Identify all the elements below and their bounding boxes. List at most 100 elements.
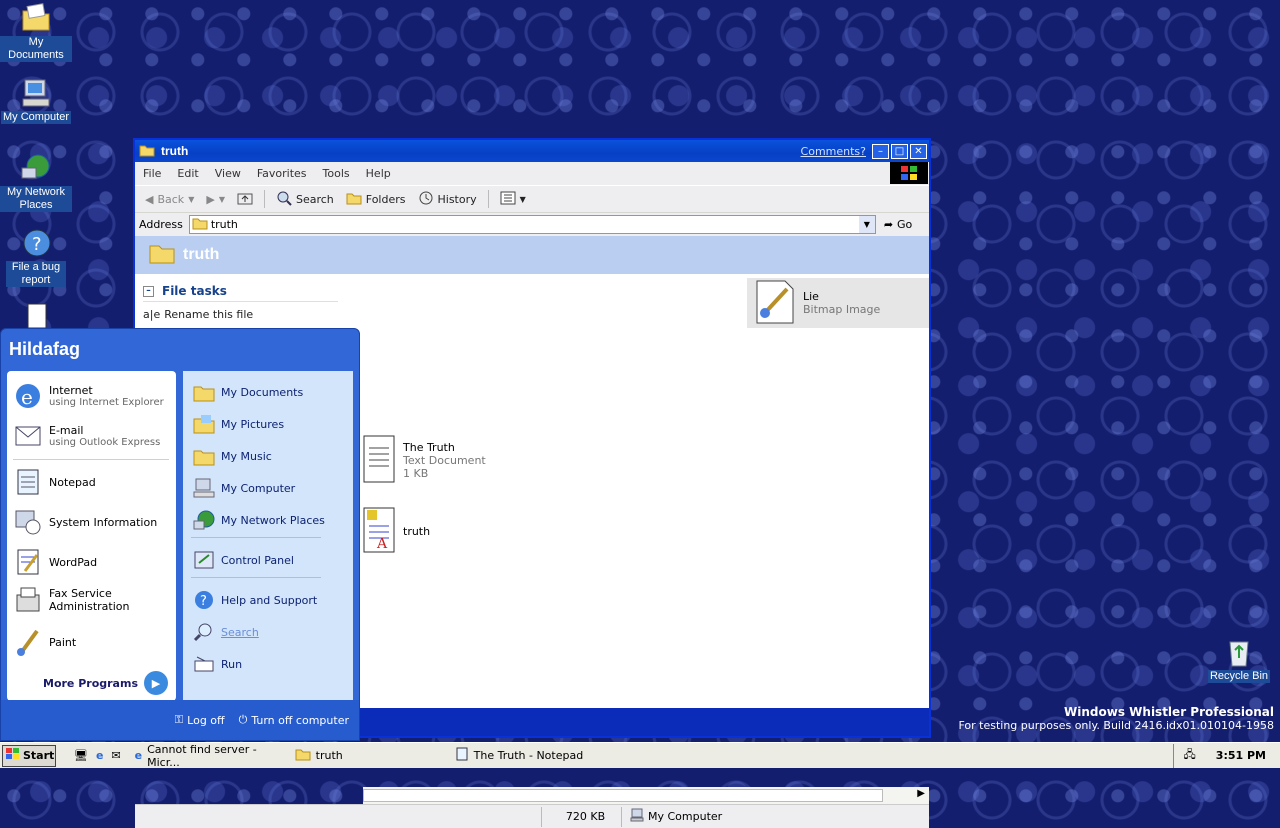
taskbar-item-ie[interactable]: e Cannot find server - Micr...	[131, 743, 291, 769]
folder-title: truth	[183, 246, 220, 263]
start-item-notepad[interactable]: Notepad	[13, 467, 96, 497]
network-tray-icon[interactable]: 🖧	[1184, 746, 1196, 765]
svg-text:?: ?	[200, 594, 207, 609]
rename-file-link[interactable]: a|e Rename this file	[143, 308, 338, 321]
horizontal-scrollbar[interactable]: ▶	[363, 787, 929, 804]
places-divider	[191, 577, 321, 578]
go-button[interactable]: ➦ Go	[884, 218, 912, 231]
desktop-icon-bug-report[interactable]: ? File a bug report	[0, 227, 72, 287]
file-item-truth[interactable]: A truth	[363, 506, 430, 557]
folder-icon	[295, 747, 311, 764]
status-bar: 720 KB My Computer	[135, 804, 929, 828]
start-item-internet[interactable]: e Internet using Internet Explorer	[13, 381, 164, 411]
clock[interactable]: 3:51 PM	[1216, 749, 1266, 762]
taskbar-item-truth[interactable]: truth	[291, 745, 451, 767]
search-icon	[193, 621, 215, 643]
desktop-icon-recycle-bin[interactable]: Recycle Bin	[1203, 636, 1275, 683]
folders-button[interactable]: Folders	[342, 191, 410, 208]
history-button[interactable]: History	[414, 190, 481, 209]
arrow-right-icon: ▶	[144, 671, 168, 695]
chevron-down-icon: ▼	[188, 194, 195, 204]
start-place-my-pictures[interactable]: My Pictures	[193, 413, 284, 435]
turn-off-button[interactable]: ⏻ Turn off computer	[239, 713, 349, 727]
start-item-wordpad[interactable]: WordPad	[13, 547, 97, 577]
fax-service-icon	[13, 585, 43, 615]
start-place-my-computer[interactable]: My Computer	[193, 477, 295, 499]
forward-arrow-icon: ▶	[206, 192, 215, 206]
internet-explorer-icon: e	[134, 749, 143, 762]
menu-tools[interactable]: Tools	[315, 167, 358, 180]
search-icon	[276, 190, 292, 209]
taskbar-item-notepad[interactable]: The Truth - Notepad	[451, 745, 651, 767]
window-titlebar[interactable]: truth Comments? – □ ✕	[135, 140, 929, 162]
text-document-icon	[363, 434, 397, 487]
scroll-right-arrow-icon[interactable]: ▶	[917, 788, 925, 799]
network-places-icon	[20, 152, 52, 184]
file-tasks-panel: – File tasks a|e Rename this file	[143, 284, 338, 321]
start-button[interactable]: Start	[2, 744, 56, 767]
back-button[interactable]: ◀ Back ▼	[141, 193, 198, 206]
chevron-down-icon: ▼	[218, 194, 225, 204]
rename-icon: a|e	[143, 308, 161, 321]
menu-bar: File Edit View Favorites Tools Help	[135, 162, 929, 185]
outlook-icon[interactable]: ✉	[111, 749, 120, 762]
address-input[interactable]: truth ▼	[188, 215, 876, 234]
file-item-the-truth[interactable]: The Truth Text Document 1 KB	[363, 434, 486, 487]
go-arrow-icon: ➦	[883, 218, 894, 231]
start-place-control-panel[interactable]: Control Panel	[193, 549, 294, 571]
start-item-fax-service[interactable]: Fax Service Administration	[13, 585, 139, 615]
forward-button[interactable]: ▶ ▼	[202, 193, 229, 206]
desktop-icon-my-documents[interactable]: My Documents	[0, 2, 72, 62]
start-place-my-documents[interactable]: My Documents	[193, 381, 303, 403]
chevron-down-icon[interactable]: ▼	[858, 216, 875, 233]
menu-view[interactable]: View	[207, 167, 249, 180]
menu-favorites[interactable]: Favorites	[249, 167, 315, 180]
start-item-email[interactable]: E-mail using Outlook Express	[13, 421, 160, 451]
address-label: Address	[139, 218, 183, 231]
views-button[interactable]: ▼	[496, 191, 530, 208]
menu-edit[interactable]: Edit	[169, 167, 206, 180]
scroll-thumb[interactable]	[363, 789, 883, 802]
chevron-down-icon: ▼	[519, 194, 526, 204]
internet-explorer-icon[interactable]: e	[96, 749, 103, 762]
start-place-run[interactable]: Run	[193, 653, 242, 675]
my-documents-icon	[193, 381, 215, 403]
folder-icon	[149, 242, 175, 269]
minimize-button[interactable]: –	[872, 143, 889, 159]
start-place-search[interactable]: Search	[193, 621, 259, 643]
start-item-paint[interactable]: Paint	[13, 627, 76, 657]
close-button[interactable]: ✕	[910, 143, 927, 159]
my-computer-icon	[20, 77, 52, 109]
start-place-my-network-places[interactable]: My Network Places	[193, 509, 325, 531]
menu-help[interactable]: Help	[358, 167, 399, 180]
start-menu-places: My Documents My Pictures My Music My Com…	[183, 371, 353, 701]
help-icon: ?	[193, 589, 215, 611]
wordpad-icon	[13, 547, 43, 577]
my-computer-icon	[630, 808, 644, 825]
window-title: truth	[161, 144, 189, 158]
comments-link[interactable]: Comments?	[801, 145, 866, 158]
recycle-bin-icon	[1223, 636, 1255, 668]
show-desktop-icon[interactable]: 🖥	[74, 749, 88, 762]
desktop-icon-my-computer[interactable]: My Computer	[0, 77, 72, 124]
search-button[interactable]: Search	[272, 190, 338, 209]
outlook-express-icon	[13, 421, 43, 451]
control-panel-icon	[193, 549, 215, 571]
bug-report-icon: ?	[20, 227, 52, 259]
start-place-my-music[interactable]: My Music	[193, 445, 272, 467]
start-item-system-information[interactable]: System Information	[13, 507, 157, 537]
start-place-help-support[interactable]: ? Help and Support	[193, 589, 317, 611]
address-value: truth	[210, 218, 238, 231]
file-item-lie[interactable]: Lie Bitmap Image	[747, 278, 929, 328]
taskbar: Start 🖥 e ✉ e Cannot find server - Micr..…	[0, 742, 1280, 769]
up-folder-button[interactable]	[233, 191, 257, 208]
more-programs-button[interactable]: More Programs ▶	[43, 671, 168, 695]
menu-file[interactable]: File	[135, 167, 169, 180]
my-pictures-icon	[193, 413, 215, 435]
desktop-icon-network[interactable]: My Network Places	[0, 152, 72, 212]
bitmap-image-icon	[753, 279, 797, 328]
maximize-button[interactable]: □	[891, 143, 908, 159]
file-tasks-header[interactable]: – File tasks	[143, 284, 338, 302]
svg-text:?: ?	[32, 234, 42, 255]
log-off-button[interactable]: ⚿ Log off	[175, 713, 225, 727]
